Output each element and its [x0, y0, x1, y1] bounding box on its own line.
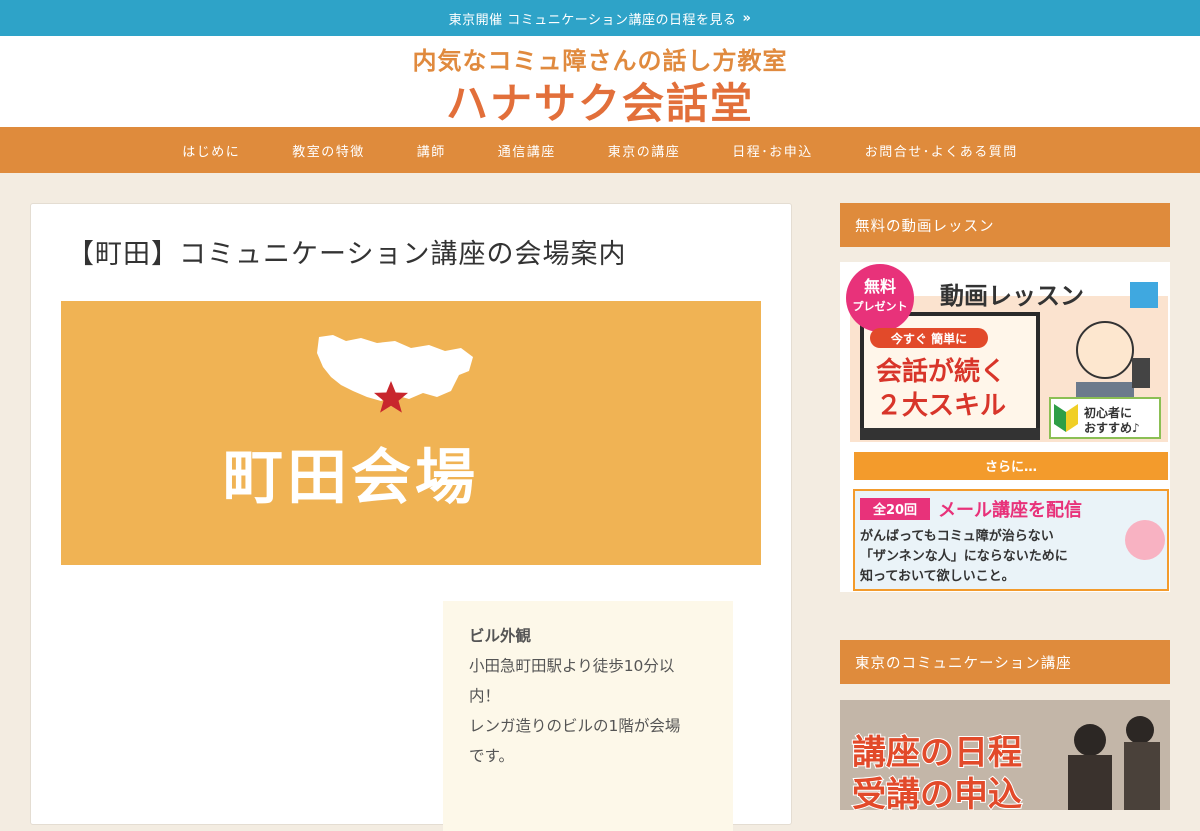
nav-item-correspondence[interactable]: 通信講座 [498, 141, 556, 160]
page-title: 【町田】コミュニケーション講座の会場案内 [67, 239, 627, 270]
banner-desc-3: 知っておいて欲しいこと。 [860, 568, 1015, 584]
info-line: です。 [469, 747, 514, 765]
video-lesson-banner[interactable]: 無料 プレゼント 動画レッスン 今すぐ 簡単に 会話が続く ２大スキル 初心者に… [840, 262, 1170, 592]
banner-count: 全20回 [872, 502, 917, 518]
banner-beginner-2: おすすめ♪ [1084, 421, 1140, 435]
nav-item-schedule[interactable]: 日程･お申込 [732, 141, 813, 160]
info-line: 内！ [469, 687, 501, 705]
banner-more: さらに… [985, 460, 1037, 475]
sidebar-heading-video: 無料の動画レッスン [840, 203, 1170, 247]
banner-schedule-line-2: 受講の申込 [852, 775, 1022, 810]
announcement-text[interactable]: 東京開催 コミュニケーション講座の日程を見る [449, 9, 737, 28]
announcement-bar[interactable]: 東京開催 コミュニケーション講座の日程を見る » [0, 0, 1200, 36]
building-info-box: ビル外観 小田急町田駅より徒歩10分以 内！ レンガ造りのビルの1階が会場 です… [443, 601, 733, 831]
hero-venue-text: 町田会場 [223, 443, 479, 513]
schedule-banner-graphic[interactable]: 講座の日程 受講の申込 [840, 700, 1170, 810]
logo-title[interactable]: ハナサク会話堂 [0, 70, 1200, 131]
banner-mail: メール講座を配信 [938, 499, 1082, 521]
banner-desc-1: がんばってもコミュ障が治らない [860, 528, 1054, 544]
hero-image: 町田会場 [61, 301, 761, 565]
info-caption: ビル外観 [469, 627, 532, 645]
nav-item-instructor[interactable]: 講師 [417, 141, 446, 160]
main-navigation: はじめに 教室の特徴 講師 通信講座 東京の講座 日程･お申込 お問合せ･よくあ… [0, 127, 1200, 173]
nav-item-tokyo-course[interactable]: 東京の講座 [608, 141, 681, 160]
banner-title: 動画レッスン [940, 282, 1084, 310]
nav-item-features[interactable]: 教室の特徴 [292, 141, 365, 160]
site-header: 内気なコミュ障さんの話し方教室 ハナサク会話堂 [0, 36, 1200, 128]
video-lesson-banner-graphic[interactable]: 無料 プレゼント 動画レッスン 今すぐ 簡単に 会話が続く ２大スキル 初心者に… [840, 262, 1170, 592]
banner-desc-2: 「ザンネンな人」にならないために [860, 548, 1068, 564]
nav-item-contact-faq[interactable]: お問合せ･よくある質問 [865, 141, 1018, 160]
banner-headline-1: 会話が続く [876, 356, 1006, 387]
double-chevron-right-icon: » [742, 10, 752, 26]
banner-beginner: 初心者に [1084, 405, 1132, 420]
article-card: 【町田】コミュニケーション講座の会場案内 町田会場 ビル外観 小田急町田駅より徒… [30, 203, 792, 831]
banner-lead: 今すぐ 簡単に [890, 331, 967, 346]
badge-free: 無料 [864, 277, 896, 296]
banner-schedule-line-1: 講座の日程 [852, 733, 1022, 773]
info-line: レンガ造りのビルの1階が会場 [469, 717, 681, 735]
badge-present: プレゼント [853, 299, 908, 313]
sidebar-heading-tokyo: 東京のコミュニケーション講座 [840, 640, 1170, 684]
banner-headline-2: ２大スキル [876, 391, 1006, 421]
info-line: 小田急町田駅より徒歩10分以 [469, 657, 675, 675]
schedule-banner[interactable]: 講座の日程 受講の申込 [840, 700, 1170, 810]
nav-item-intro[interactable]: はじめに [182, 141, 240, 160]
